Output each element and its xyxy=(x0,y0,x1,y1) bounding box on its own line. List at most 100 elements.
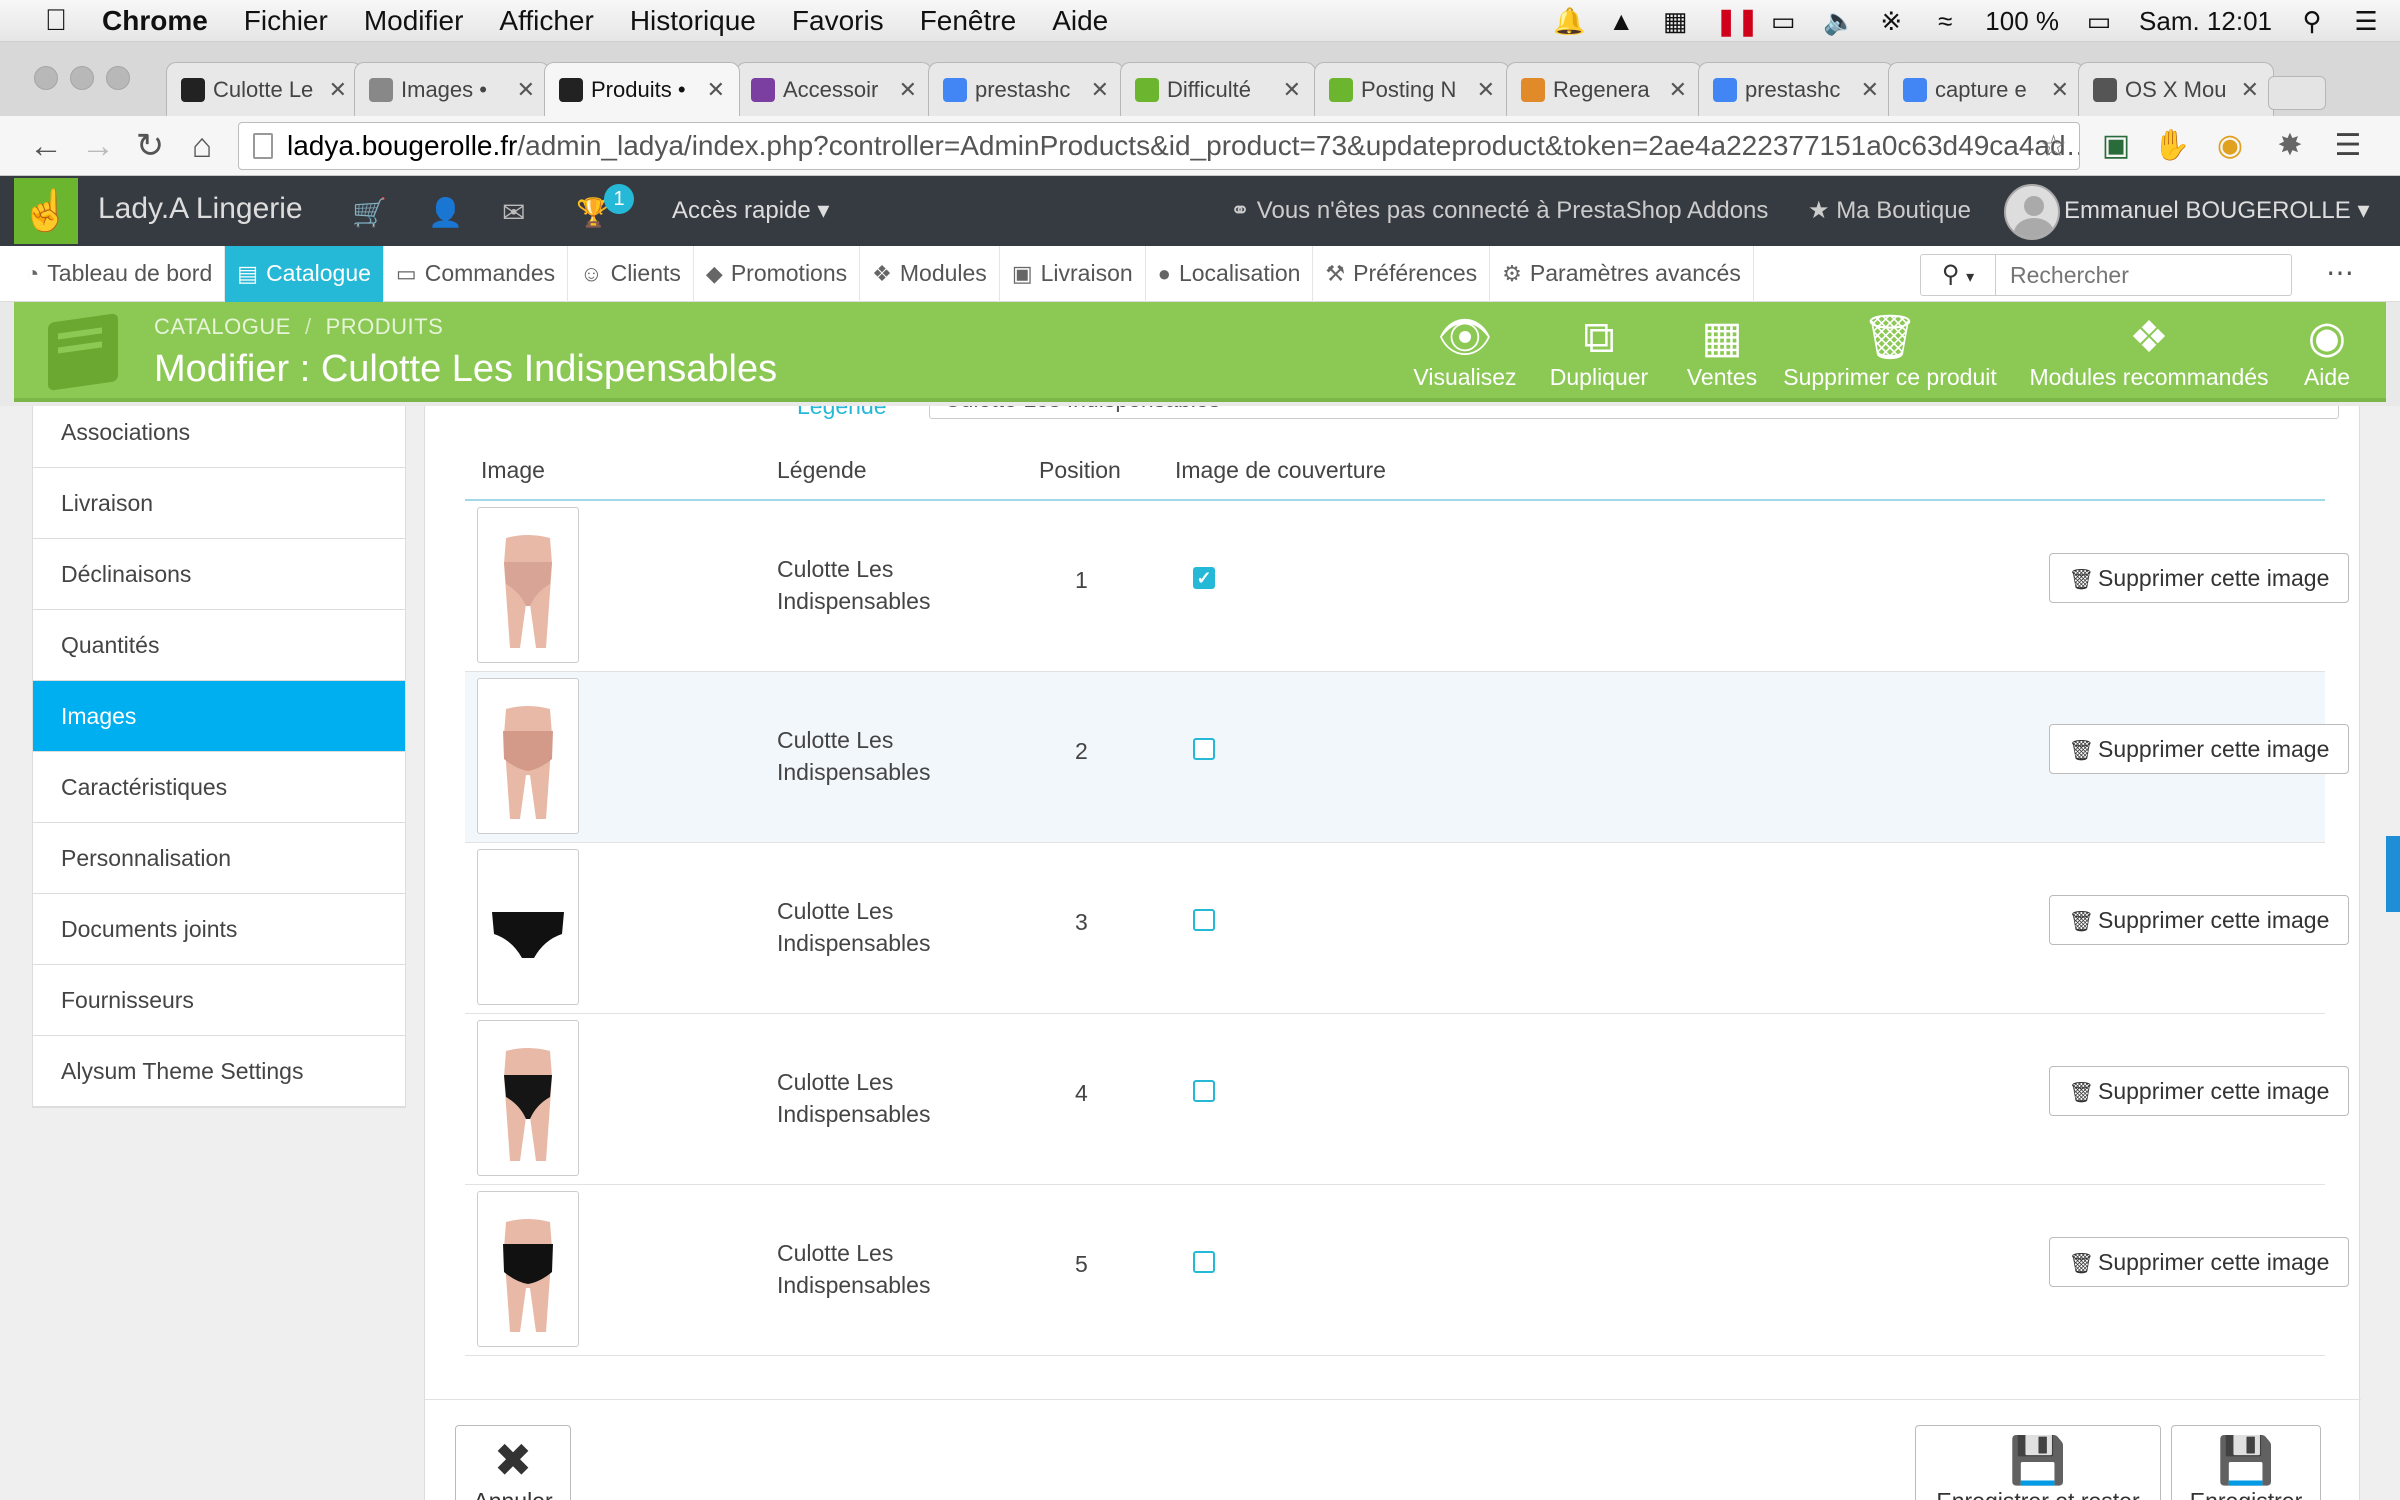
tab-close-icon[interactable]: ✕ xyxy=(1091,77,1109,103)
evernote-icon[interactable]: ▦ xyxy=(1661,7,1689,35)
tab-close-icon[interactable]: ✕ xyxy=(707,77,725,103)
address-bar[interactable]: ladya.bougerolle.fr/admin_ladya/index.ph… xyxy=(238,122,2080,170)
cover-image-checkbox[interactable] xyxy=(1193,1080,1215,1102)
tab-close-icon[interactable]: ✕ xyxy=(1477,77,1495,103)
nav-item-promotions[interactable]: ◆ Promotions xyxy=(694,245,861,302)
browser-tab[interactable]: Difficulté ✕ xyxy=(1120,62,1316,116)
google-drive-icon[interactable]: ▲ xyxy=(1607,7,1635,35)
delete-image-button[interactable]: 🗑 Supprimer cette image xyxy=(2049,1237,2349,1287)
reload-icon[interactable]: ↻ xyxy=(130,126,170,166)
new-tab-button[interactable] xyxy=(2268,76,2326,110)
image-position[interactable]: 2 xyxy=(1075,738,1088,765)
sales-button[interactable]: ▦ Ventes xyxy=(1676,312,1768,396)
image-position[interactable]: 4 xyxy=(1075,1080,1088,1107)
tab-close-icon[interactable]: ✕ xyxy=(1283,77,1301,103)
cancel-button[interactable]: ✖ Annuler xyxy=(455,1425,571,1500)
tab-close-icon[interactable]: ✕ xyxy=(1669,77,1687,103)
back-arrow-icon[interactable]: ← xyxy=(26,126,66,166)
product-image-thumbnail[interactable] xyxy=(477,507,579,663)
cart-icon[interactable]: 🛒 xyxy=(352,196,387,229)
prestashop-logo-icon[interactable]: ☝ xyxy=(14,178,78,244)
extension-1-icon[interactable]: ▣ xyxy=(2096,126,2136,166)
search-type-button[interactable]: ⚲ ▾ xyxy=(1920,254,1996,296)
nav-item-modules[interactable]: ❖ Modules xyxy=(860,245,1000,302)
nav-item-tableau-de-bord[interactable]: ◔ Tableau de bord xyxy=(14,245,226,302)
volume-icon[interactable]: 🔈 xyxy=(1823,7,1855,35)
browser-tab[interactable]: OS X Mou ✕ xyxy=(2078,62,2274,116)
sidebar-item-documents-joints[interactable]: Documents joints xyxy=(33,894,405,965)
avatar[interactable] xyxy=(2004,184,2060,240)
battery-percent[interactable]: 100 % xyxy=(1985,6,2059,37)
product-image-thumbnail[interactable] xyxy=(477,678,579,834)
home-icon[interactable]: ⌂ xyxy=(182,126,222,166)
delete-image-button[interactable]: 🗑 Supprimer cette image xyxy=(2049,895,2349,945)
browser-tab[interactable]: Produits • ✕ xyxy=(544,62,740,116)
save-button[interactable]: 💾 Enregistrer xyxy=(2171,1425,2321,1500)
menu-afficher[interactable]: Afficher xyxy=(499,5,593,37)
product-image-thumbnail[interactable] xyxy=(477,1191,579,1347)
menu-favoris[interactable]: Favoris xyxy=(792,5,884,37)
search-input[interactable] xyxy=(1996,254,2292,296)
menu-fenetre[interactable]: Fenêtre xyxy=(920,5,1017,37)
browser-tab[interactable]: capture e ✕ xyxy=(1888,62,2084,116)
delete-product-button[interactable]: 🗑 Supprimer ce produit xyxy=(1774,312,2006,396)
airplay-icon[interactable]: ▭ xyxy=(1769,7,1797,35)
cover-image-checkbox[interactable] xyxy=(1193,738,1215,760)
help-button[interactable]: ◉ Aide xyxy=(2290,312,2364,396)
bluetooth-icon[interactable]: ※ xyxy=(1877,7,1905,35)
browser-tab[interactable]: prestashc ✕ xyxy=(928,62,1124,116)
delete-image-button[interactable]: 🗑 Supprimer cette image xyxy=(2049,553,2349,603)
duplicate-button[interactable]: ⧉ Dupliquer xyxy=(1544,312,1654,396)
tab-close-icon[interactable]: ✕ xyxy=(1861,77,1879,103)
menu-app-name[interactable]: Chrome xyxy=(102,5,208,37)
sidebar-item-declinaisons[interactable]: Déclinaisons xyxy=(33,539,405,610)
addons-status-link[interactable]: ⚭ Vous n'êtes pas connecté à PrestaShop … xyxy=(1230,196,1768,225)
delete-image-button[interactable]: 🗑 Supprimer cette image xyxy=(2049,1066,2349,1116)
wifi-icon[interactable]: ≈ xyxy=(1931,7,1959,35)
tab-close-icon[interactable]: ✕ xyxy=(329,77,347,103)
apple-icon[interactable]:  xyxy=(36,4,76,38)
clock[interactable]: Sam. 12:01 xyxy=(2139,6,2272,37)
tab-close-icon[interactable]: ✕ xyxy=(2051,77,2069,103)
nav-item-commandes[interactable]: ▭ Commandes xyxy=(384,245,569,302)
nav-item-param-tres-avanc-s[interactable]: ⚙ Paramètres avancés xyxy=(1490,245,1754,302)
window-zoom-button[interactable] xyxy=(106,66,130,90)
sidebar-item-fournisseurs[interactable]: Fournisseurs xyxy=(33,965,405,1036)
legend-input[interactable]: Culotte Les Indispensables xyxy=(929,406,2339,419)
browser-tab[interactable]: Regenera ✕ xyxy=(1506,62,1702,116)
cover-image-checkbox[interactable]: ✓ xyxy=(1193,567,1215,589)
user-menu[interactable]: Emmanuel BOUGEROLLE ▾ xyxy=(2064,196,2370,225)
my-shop-link[interactable]: ★ Ma Boutique xyxy=(1808,196,1971,225)
nav-item-catalogue[interactable]: ▤ Catalogue xyxy=(225,245,384,302)
sidebar-item-quantites[interactable]: Quantités xyxy=(33,610,405,681)
image-position[interactable]: 1 xyxy=(1075,567,1088,594)
menu-historique[interactable]: Historique xyxy=(630,5,756,37)
bookmark-star-icon[interactable]: ☆ xyxy=(2040,129,2067,164)
delete-image-button[interactable]: 🗑 Supprimer cette image xyxy=(2049,724,2349,774)
tab-close-icon[interactable]: ✕ xyxy=(899,77,917,103)
product-image-thumbnail[interactable] xyxy=(477,849,579,1005)
sidebar-item-personnalisation[interactable]: Personnalisation xyxy=(33,823,405,894)
browser-tab[interactable]: Accessoir ✕ xyxy=(736,62,932,116)
notification-bell-icon[interactable]: 🔔 xyxy=(1553,7,1585,35)
chrome-menu-icon[interactable]: ☰ xyxy=(2328,126,2368,166)
battery-icon[interactable]: ▭ xyxy=(2085,7,2113,35)
user-icon[interactable]: 👤 xyxy=(428,196,463,229)
pause-icon[interactable]: ❚❚ xyxy=(1715,7,1759,35)
nav-item-livraison[interactable]: ▣ Livraison xyxy=(1000,245,1146,302)
browser-tab[interactable]: Posting N ✕ xyxy=(1314,62,1510,116)
browser-tab[interactable]: Images • ✕ xyxy=(354,62,550,116)
view-button[interactable]: 👁 Visualisez xyxy=(1410,312,1520,396)
forward-arrow-icon[interactable]: → xyxy=(78,126,118,166)
recommended-modules-button[interactable]: ❖ Modules recommandés xyxy=(2022,312,2276,396)
image-position[interactable]: 3 xyxy=(1075,909,1088,936)
sidebar-item-images[interactable]: Images xyxy=(33,681,405,752)
envelope-icon[interactable]: ✉ xyxy=(502,196,525,229)
browser-tab[interactable]: Culotte Le ✕ xyxy=(166,62,362,116)
spotlight-search-icon[interactable]: ⚲ xyxy=(2298,7,2326,35)
save-and-stay-button[interactable]: 💾 Enregistrer et rester xyxy=(1915,1425,2161,1500)
nav-item-localisation[interactable]: ● Localisation xyxy=(1146,245,1314,302)
more-icon[interactable]: ⋯ xyxy=(2326,256,2354,289)
browser-tab[interactable]: prestashc ✕ xyxy=(1698,62,1894,116)
nav-item-pr-f-rences[interactable]: ⚒ Préférences xyxy=(1313,245,1491,302)
